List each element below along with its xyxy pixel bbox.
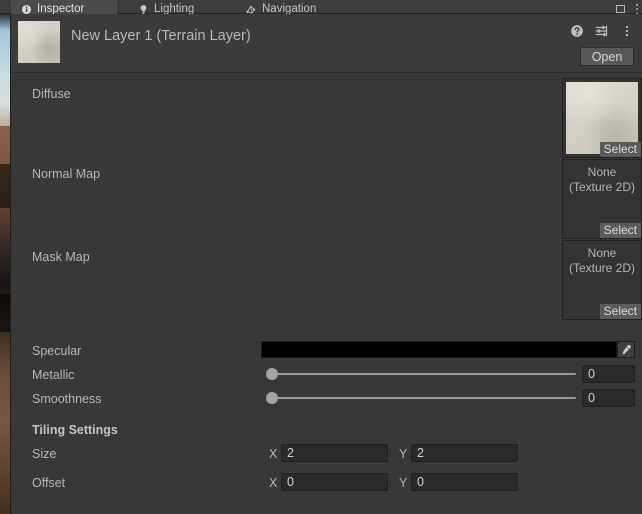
- offset-y-input[interactable]: 0: [411, 473, 518, 491]
- tab-bar: Inspector Lighting Navigation: [0, 0, 642, 15]
- normal-map-empty-value: None (Texture 2D): [563, 165, 641, 195]
- unity-inspector-window: Inspector Lighting Navigation New Layer …: [0, 0, 642, 514]
- size-x-axis-label: X: [269, 447, 278, 461]
- field-label-size: Size: [32, 447, 57, 461]
- smoothness-slider[interactable]: [266, 391, 576, 405]
- open-button[interactable]: Open: [580, 47, 634, 66]
- header-icon-group: [570, 24, 634, 38]
- lightbulb-icon: [140, 4, 147, 14]
- field-label-smoothness: Smoothness: [32, 392, 102, 406]
- info-icon: [21, 4, 32, 14]
- metallic-value-input[interactable]: 0: [582, 365, 635, 383]
- metallic-slider[interactable]: [266, 367, 576, 381]
- maximize-icon[interactable]: [616, 5, 625, 13]
- mask-map-select-button[interactable]: Select: [599, 304, 641, 319]
- field-label-metallic: Metallic: [32, 368, 75, 382]
- normal-map-select-button[interactable]: Select: [599, 223, 641, 238]
- field-label-specular: Specular: [32, 344, 82, 358]
- smoothness-slider-track: [266, 397, 576, 399]
- texture-slot-diffuse[interactable]: Select: [562, 78, 642, 158]
- section-heading-tiling-settings: Tiling Settings: [32, 423, 118, 437]
- tab-inspector[interactable]: Inspector: [11, 0, 117, 15]
- mask-map-none-line1: None: [587, 246, 617, 260]
- kebab-menu-icon[interactable]: [635, 3, 638, 15]
- field-label-offset: Offset: [32, 476, 66, 490]
- mask-map-none-line2: (Texture 2D): [568, 261, 636, 275]
- metallic-slider-knob[interactable]: [266, 368, 278, 380]
- field-label-mask-map: Mask Map: [32, 250, 90, 264]
- offset-x-input[interactable]: 0: [281, 473, 388, 491]
- texture-slot-mask-map[interactable]: None (Texture 2D) Select: [562, 240, 642, 320]
- inspector-panel: New Layer 1 (Terrain Layer) Open Diffuse…: [11, 14, 642, 514]
- smoothness-slider-knob[interactable]: [266, 392, 278, 404]
- size-x-input[interactable]: 2: [281, 444, 388, 462]
- field-label-diffuse: Diffuse: [32, 87, 71, 101]
- metallic-slider-track: [266, 373, 576, 375]
- field-label-normal-map: Normal Map: [32, 167, 101, 181]
- object-header: New Layer 1 (Terrain Layer) Open: [11, 14, 642, 73]
- window-controls: [616, 0, 638, 15]
- offset-y-axis-label: Y: [399, 476, 408, 490]
- diffuse-select-button[interactable]: Select: [599, 142, 641, 157]
- eyedropper-glyph: [622, 344, 631, 355]
- page-title: New Layer 1 (Terrain Layer): [71, 28, 251, 44]
- preset-icon[interactable]: [595, 24, 609, 38]
- navmesh-icon: [246, 5, 256, 13]
- tab-navigation[interactable]: Navigation: [236, 0, 346, 15]
- normal-map-none-line2: (Texture 2D): [568, 180, 636, 194]
- texture-slot-normal-map[interactable]: None (Texture 2D) Select: [562, 159, 642, 239]
- mask-map-empty-value: None (Texture 2D): [563, 246, 641, 276]
- terrain-layer-preview-thumbnail[interactable]: [18, 21, 60, 63]
- specular-color-field[interactable]: [261, 341, 617, 358]
- size-y-axis-label: Y: [399, 447, 408, 461]
- help-icon[interactable]: [570, 24, 584, 38]
- kebab-menu-icon[interactable]: [620, 24, 634, 38]
- normal-map-none-line1: None: [587, 165, 617, 179]
- eyedropper-icon[interactable]: [617, 341, 635, 358]
- inspector-body: Diffuse Select Normal Map None (Texture …: [11, 73, 642, 514]
- offset-x-axis-label: X: [269, 476, 278, 490]
- tab-lighting[interactable]: Lighting: [128, 0, 224, 15]
- size-y-input[interactable]: 2: [411, 444, 518, 462]
- smoothness-value-input[interactable]: 0: [582, 389, 635, 407]
